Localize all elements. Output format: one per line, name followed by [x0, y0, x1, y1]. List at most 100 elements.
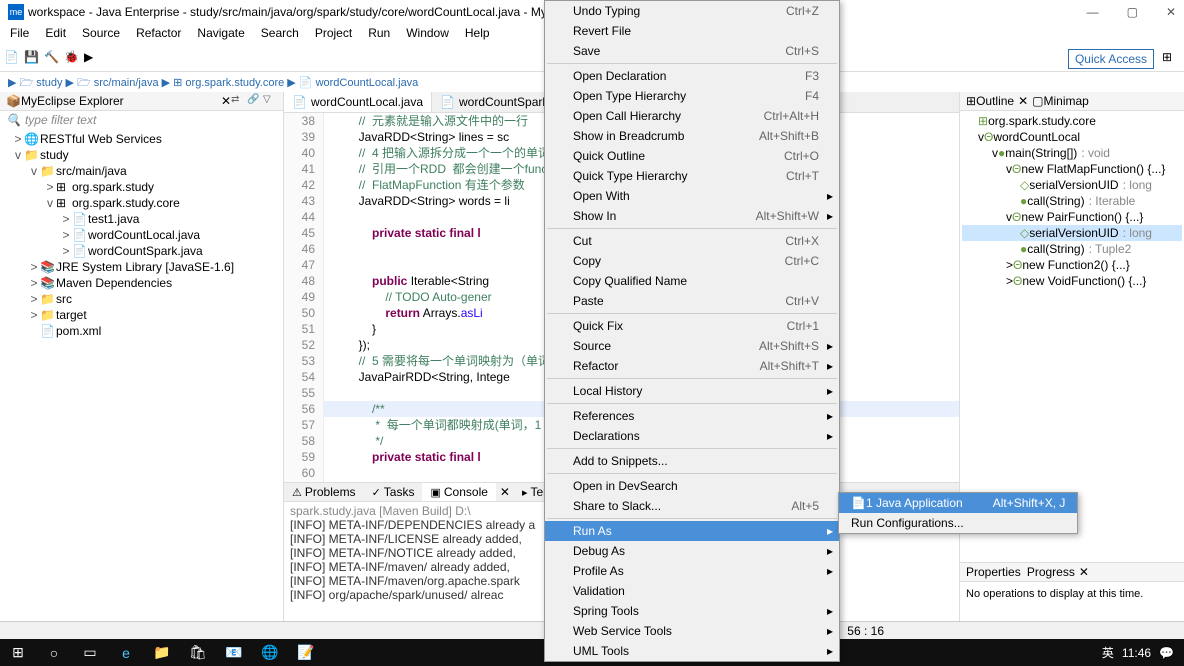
menu-item[interactable]: CopyCtrl+C	[545, 251, 839, 271]
outline-node[interactable]: vΘ new FlatMapFunction() {...}	[962, 161, 1182, 177]
outline-node[interactable]: ● call(String): Tuple2	[962, 241, 1182, 257]
panel-close[interactable]: ✕	[1018, 94, 1028, 108]
outline-node[interactable]: >Θ new VoidFunction() {...}	[962, 273, 1182, 289]
menu-edit[interactable]: Edit	[39, 24, 72, 46]
store-icon[interactable]: 🛍	[180, 639, 216, 666]
menu-item[interactable]: Undo TypingCtrl+Z	[545, 1, 839, 21]
toolbar-icon[interactable]: 💾	[24, 50, 42, 68]
tab-problems[interactable]: ⚠Problems	[284, 483, 364, 501]
notifications-icon[interactable]: 💬	[1159, 646, 1174, 660]
menu-item[interactable]: References▸	[545, 406, 839, 426]
submenu-item[interactable]: 📄 1 Java ApplicationAlt+Shift+X, J	[839, 493, 1077, 513]
menu-item[interactable]: Open in DevSearch	[545, 476, 839, 496]
tree-node[interactable]: >📄test1.java	[0, 211, 283, 227]
tree-node[interactable]: v📁src/main/java	[0, 163, 283, 179]
menu-run[interactable]: Run	[362, 24, 396, 46]
menu-item[interactable]: RefactorAlt+Shift+T ▸	[545, 356, 839, 376]
outline-node[interactable]: vΘ new PairFunction() {...}	[962, 209, 1182, 225]
menu-navigate[interactable]: Navigate	[191, 24, 250, 46]
menu-item[interactable]: PasteCtrl+V	[545, 291, 839, 311]
tree-node[interactable]: >⊞org.spark.study	[0, 179, 283, 195]
cortana-icon[interactable]: ○	[36, 639, 72, 666]
menu-item[interactable]: Add to Snippets...	[545, 451, 839, 471]
menu-item[interactable]: CutCtrl+X	[545, 231, 839, 251]
menu-item[interactable]: Profile As▸	[545, 561, 839, 581]
tree-node[interactable]: v📁study	[0, 147, 283, 163]
menu-item[interactable]: Quick Type HierarchyCtrl+T	[545, 166, 839, 186]
quick-access[interactable]: Quick Access	[1068, 49, 1154, 69]
menu-item[interactable]: Show in BreadcrumbAlt+Shift+B	[545, 126, 839, 146]
explorer-icon[interactable]: 📁	[144, 639, 180, 666]
menu-item[interactable]: SaveCtrl+S	[545, 41, 839, 61]
clock[interactable]: 11:46	[1122, 646, 1151, 660]
ime-indicator[interactable]: 英	[1102, 644, 1114, 661]
taskview-icon[interactable]: ▭	[72, 639, 108, 666]
outline-node[interactable]: vΘ wordCountLocal	[962, 129, 1182, 145]
app-icon[interactable]: 📧	[216, 639, 252, 666]
app-icon[interactable]: 📝	[288, 639, 324, 666]
menu-project[interactable]: Project	[309, 24, 358, 46]
outline-node[interactable]: v● main(String[]): void	[962, 145, 1182, 161]
link-icon[interactable]: 🔗	[247, 94, 261, 108]
submenu-item[interactable]: Run Configurations...	[839, 513, 1077, 533]
app-icon[interactable]: 🌐	[252, 639, 288, 666]
menu-item[interactable]: Run As▸	[545, 521, 839, 541]
menu-window[interactable]: Window	[400, 24, 455, 46]
tree-node[interactable]: >🌐RESTful Web Services	[0, 131, 283, 147]
tab-console[interactable]: ▣Console	[422, 483, 495, 501]
menu-item[interactable]: Local History▸	[545, 381, 839, 401]
tree-node[interactable]: 📄pom.xml	[0, 323, 283, 339]
menu-item[interactable]: Quick FixCtrl+1	[545, 316, 839, 336]
menu-refactor[interactable]: Refactor	[130, 24, 187, 46]
menu-item[interactable]: Spring Tools▸	[545, 601, 839, 621]
minimize-button[interactable]: —	[1087, 5, 1099, 19]
menu-file[interactable]: File	[4, 24, 35, 46]
tab-tasks[interactable]: ✓Tasks	[364, 483, 423, 501]
menu-item[interactable]: Debug As▸	[545, 541, 839, 561]
menu-item[interactable]: Show InAlt+Shift+W ▸	[545, 206, 839, 226]
perspective-icon[interactable]: ⊞	[1162, 50, 1180, 68]
menu-item[interactable]: SourceAlt+Shift+S ▸	[545, 336, 839, 356]
explorer-close[interactable]: ✕	[221, 94, 231, 108]
menu-item[interactable]: UML Tools▸	[545, 641, 839, 661]
outline-node[interactable]: >Θ new Function2() {...}	[962, 257, 1182, 273]
menu-icon[interactable]: ▽	[263, 94, 277, 108]
tree-node[interactable]: >📄wordCountLocal.java	[0, 227, 283, 243]
outline-node[interactable]: ● call(String): Iterable	[962, 193, 1182, 209]
menu-item[interactable]: Web Service Tools▸	[545, 621, 839, 641]
progress-tab[interactable]: Progress	[1027, 565, 1075, 579]
menu-search[interactable]: Search	[255, 24, 305, 46]
edge-icon[interactable]: e	[108, 639, 144, 666]
menu-item[interactable]: Revert File	[545, 21, 839, 41]
menu-item[interactable]: Copy Qualified Name	[545, 271, 839, 291]
menu-item[interactable]: Open DeclarationF3	[545, 66, 839, 86]
menu-item[interactable]: Open With▸	[545, 186, 839, 206]
start-button[interactable]: ⊞	[0, 639, 36, 666]
outline-node[interactable]: ◇ serialVersionUID: long	[962, 177, 1182, 193]
toolbar-icon[interactable]: 🔨	[44, 50, 62, 68]
properties-tab[interactable]: Properties	[966, 565, 1021, 579]
console-close[interactable]: ✕	[496, 483, 514, 501]
tree-node[interactable]: v⊞org.spark.study.core	[0, 195, 283, 211]
tree-node[interactable]: >📁target	[0, 307, 283, 323]
tree-node[interactable]: >📚Maven Dependencies	[0, 275, 283, 291]
menu-help[interactable]: Help	[459, 24, 496, 46]
menu-item[interactable]: Open Call HierarchyCtrl+Alt+H	[545, 106, 839, 126]
collapse-icon[interactable]: ⇄	[231, 94, 245, 108]
toolbar-icon[interactable]: 📄	[4, 50, 22, 68]
outline-node[interactable]: ◇ serialVersionUID: long	[962, 225, 1182, 241]
filter-input[interactable]: 🔍 type filter text	[0, 111, 283, 129]
editor-tab[interactable]: 📄wordCountLocal.java	[284, 92, 432, 112]
menu-item[interactable]: Validation	[545, 581, 839, 601]
tree-node[interactable]: >📄wordCountSpark.java	[0, 243, 283, 259]
project-tree[interactable]: >🌐RESTful Web Servicesv📁studyv📁src/main/…	[0, 129, 283, 622]
menu-item[interactable]: Declarations▸	[545, 426, 839, 446]
maximize-button[interactable]: ▢	[1127, 5, 1138, 19]
toolbar-icon[interactable]: 🐞	[64, 50, 82, 68]
menu-source[interactable]: Source	[76, 24, 126, 46]
outline-node[interactable]: ⊞ org.spark.study.core	[962, 113, 1182, 129]
menu-item[interactable]: Share to Slack...Alt+5	[545, 496, 839, 516]
close-button[interactable]: ✕	[1166, 5, 1176, 19]
panel-close[interactable]: ✕	[1079, 565, 1089, 579]
menu-item[interactable]: Quick OutlineCtrl+O	[545, 146, 839, 166]
